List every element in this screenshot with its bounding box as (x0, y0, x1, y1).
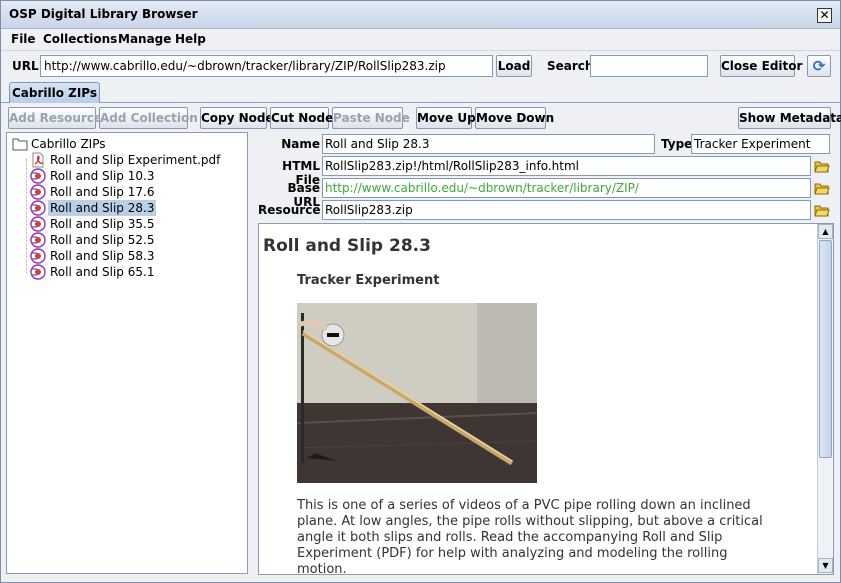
tree-item-label: Roll and Slip 10.3 (50, 169, 155, 183)
split-pane-divider[interactable] (250, 132, 256, 574)
add-collection-button[interactable]: Add Collection (99, 107, 198, 129)
document-body-text: This is one of a series of videos of a P… (297, 498, 763, 575)
paste-node-button[interactable]: Paste Node (332, 107, 410, 129)
window-title: OSP Digital Library Browser (9, 7, 198, 21)
base-url-field[interactable]: http://www.cabrillo.edu/~dbrown/tracker/… (322, 178, 811, 198)
url-label: URL: (12, 59, 44, 73)
tracker-icon (30, 184, 46, 200)
scroll-down-icon[interactable]: ▼ (818, 558, 833, 573)
folder-icon (12, 138, 28, 151)
scroll-thumb[interactable] (819, 240, 832, 458)
tree-item-label: Roll and Slip Experiment.pdf (50, 153, 221, 167)
url-input[interactable]: http://www.cabrillo.edu/~dbrown/tracker/… (40, 55, 493, 77)
show-metadata-button[interactable]: Show Metadata (738, 107, 841, 129)
tracker-icon (30, 168, 46, 184)
title-bar[interactable]: OSP Digital Library Browser ✕ (1, 1, 840, 29)
search-input[interactable] (590, 55, 708, 77)
html-info-pane[interactable]: Roll and Slip 28.3 Tracker Experiment Th… (258, 223, 834, 575)
name-field[interactable]: Roll and Slip 28.3 (322, 134, 655, 154)
type-label: Type (661, 137, 693, 151)
close-window-icon[interactable]: ✕ (817, 8, 832, 23)
scroll-up-icon[interactable]: ▲ (818, 224, 833, 239)
tracker-icon (30, 264, 46, 280)
load-button[interactable]: Load (496, 55, 532, 77)
move-down-button[interactable]: Move Down (475, 107, 554, 129)
url-bar: URL: http://www.cabrillo.edu/~dbrown/tra… (1, 51, 840, 81)
tree-root-label[interactable]: Cabrillo ZIPs (31, 136, 105, 152)
tree-item-label: Roll and Slip 65.1 (50, 265, 155, 279)
close-editor-button[interactable]: Close Editor (720, 55, 802, 77)
editor-toolbar: Add Resource Add Collection Copy Node Cu… (1, 105, 841, 131)
properties-panel: Name Roll and Slip 28.3 Type Tracker Exp… (258, 132, 836, 224)
tree-item-label: Roll and Slip 52.5 (50, 233, 155, 247)
tab-strip: Cabrillo ZIPs (1, 81, 840, 103)
type-field[interactable]: Tracker Experiment (691, 134, 830, 154)
pdf-icon (32, 152, 44, 168)
vertical-scrollbar[interactable]: ▲ ▼ (817, 224, 833, 574)
move-up-button[interactable]: Move Up (416, 107, 476, 129)
menu-bar: File Collections Manage Help (1, 29, 840, 51)
tracker-icon (30, 232, 46, 248)
resource-label: Resource (258, 203, 321, 217)
tracker-icon (30, 216, 46, 232)
html-file-field[interactable]: RollSlip283.zip!/html/RollSlip283_info.h… (322, 156, 811, 176)
add-resource-button[interactable]: Add Resource (8, 107, 102, 129)
tab-cabrillo-zips[interactable]: Cabrillo ZIPs (9, 82, 100, 103)
resource-field[interactable]: RollSlip283.zip (322, 200, 811, 220)
app-window: OSP Digital Library Browser ✕ File Colle… (0, 0, 841, 583)
refresh-icon[interactable]: ⟳ (807, 55, 831, 77)
tracker-icon (30, 248, 46, 264)
tree-item-label: Roll and Slip 35.5 (50, 217, 155, 231)
tree-item-label: Roll and Slip 17.6 (50, 185, 155, 199)
document-subtitle: Tracker Experiment (297, 273, 440, 288)
open-folder-icon[interactable] (814, 180, 830, 196)
menu-manage[interactable]: Manage (118, 32, 171, 46)
menu-file[interactable]: File (11, 32, 36, 46)
menu-collections[interactable]: Collections (43, 32, 117, 46)
experiment-photo-drawing (297, 303, 537, 483)
tree-connector (26, 159, 27, 273)
document-title: Roll and Slip 28.3 (263, 236, 431, 256)
collection-tree[interactable]: Cabrillo ZIPs Roll and Slip Experiment.p… (6, 132, 248, 574)
experiment-thumbnail-image (297, 303, 537, 483)
tree-item-label: Roll and Slip 58.3 (50, 249, 155, 263)
cut-node-button[interactable]: Cut Node (270, 107, 333, 129)
open-folder-icon[interactable] (814, 158, 830, 174)
menu-help[interactable]: Help (175, 32, 206, 46)
copy-node-button[interactable]: Copy Node (200, 107, 274, 129)
name-label: Name (281, 137, 320, 151)
open-folder-icon[interactable] (814, 202, 830, 218)
tree-item-label: Roll and Slip 28.3 (48, 200, 157, 216)
search-label: Search (547, 59, 594, 73)
tracker-icon (30, 200, 46, 216)
